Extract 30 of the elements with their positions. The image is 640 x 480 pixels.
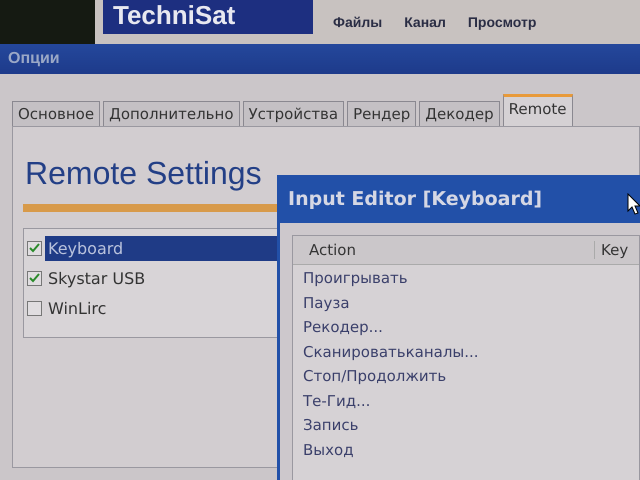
window-title: Опции: [8, 50, 60, 68]
table-cell[interactable]: Стоп/Продолжить: [303, 367, 639, 392]
table-cell[interactable]: Выход: [303, 440, 639, 465]
table-cell[interactable]: Рекодер...: [303, 318, 639, 342]
section-heading: Remote Settings: [24, 154, 263, 192]
tab[interactable]: Декодер: [419, 101, 500, 126]
table-cell[interactable]: Те-Гид...: [303, 392, 639, 416]
tab[interactable]: Дополнительно: [103, 101, 240, 126]
table-cell[interactable]: Запись: [303, 416, 639, 440]
dialog-title: Input Editor [Keyboard]: [288, 188, 542, 210]
tab[interactable]: Рендер: [347, 101, 416, 126]
checkbox[interactable]: [27, 300, 42, 316]
checkbox[interactable]: [27, 240, 42, 256]
table-cell[interactable]: Проигрывать: [303, 269, 639, 294]
mouse-cursor-icon: [627, 193, 640, 215]
tab[interactable]: Remote: [502, 94, 572, 126]
tab[interactable]: Устройства: [242, 101, 344, 126]
list-item[interactable]: WinLirc: [45, 296, 279, 320]
list-item[interactable]: Keyboard: [45, 236, 279, 260]
column-header[interactable]: Action: [293, 241, 595, 259]
menu-item[interactable]: Файлы: [333, 14, 382, 30]
checkbox[interactable]: [27, 270, 42, 286]
menu-item[interactable]: Просмотр: [468, 14, 536, 30]
tab[interactable]: Основное: [12, 101, 100, 126]
table-cell[interactable]: Сканироватьканалы...: [303, 342, 639, 367]
logo: TechniSat: [103, 0, 313, 34]
list-item[interactable]: Skystar USB: [45, 266, 279, 290]
column-header[interactable]: Key: [595, 241, 628, 259]
table-cell[interactable]: Пауза: [303, 294, 639, 318]
menu-item[interactable]: Канал: [404, 14, 446, 30]
